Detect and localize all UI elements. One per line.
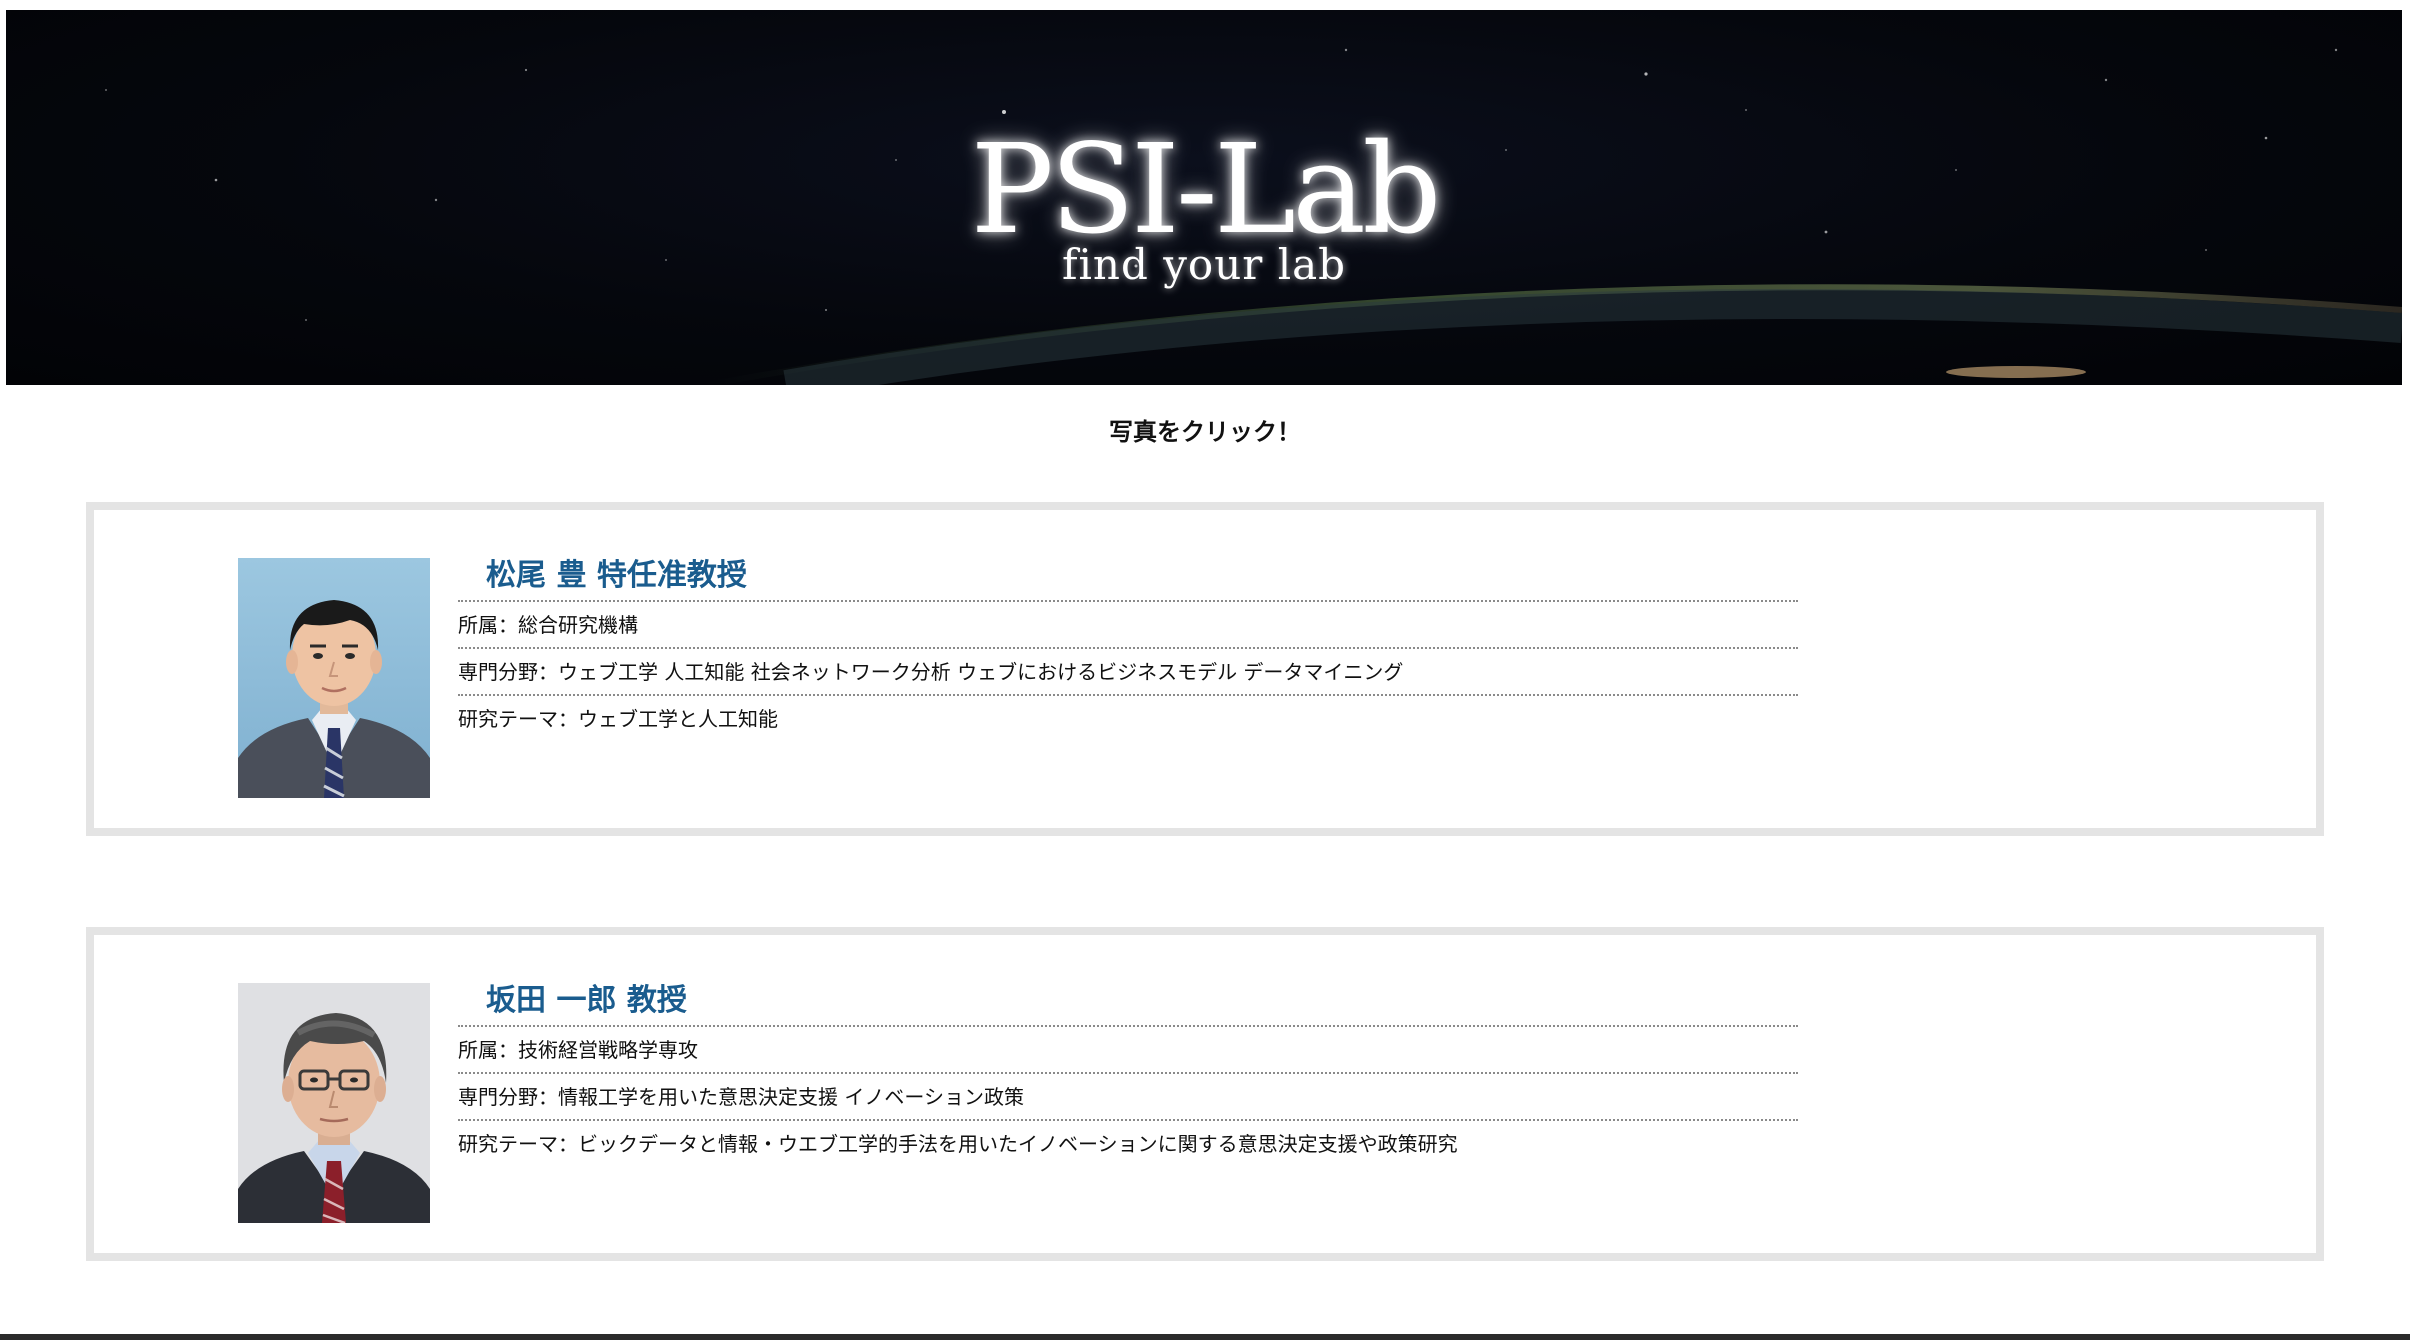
professor-card[interactable]: 松尾 豊 特任准教授 所属：総合研究機構 専門分野：ウェブ工学 人工知能 社会ネ…: [86, 502, 2324, 836]
professor-name[interactable]: 松尾 豊 特任准教授: [458, 556, 1798, 602]
specialty: 専門分野：情報工学を用いた意思決定支援 イノベーション政策: [458, 1074, 1798, 1121]
portrait-image: [238, 558, 430, 798]
research-theme: 研究テーマ：ウェブ工学と人工知能: [458, 707, 778, 731]
portrait-image: [238, 983, 430, 1223]
professor-card[interactable]: 坂田 一郎 教授 所属：技術経営戦略学専攻 専門分野：情報工学を用いた意思決定支…: [86, 927, 2324, 1261]
site-logo[interactable]: PSI-Lab: [6, 128, 2402, 252]
professor-info: 松尾 豊 特任准教授 所属：総合研究機構 専門分野：ウェブ工学 人工知能 社会ネ…: [458, 556, 1798, 741]
header-banner: PSI-Lab find your lab: [6, 10, 2402, 385]
professor-info: 坂田 一郎 教授 所属：技術経営戦略学専攻 専門分野：情報工学を用いた意思決定支…: [458, 981, 1798, 1166]
professor-name[interactable]: 坂田 一郎 教授: [458, 981, 1798, 1027]
click-hint: 写真をクリック！: [1109, 418, 1301, 446]
footer-bar: [0, 1334, 2410, 1340]
professor-photo[interactable]: [238, 983, 430, 1223]
site-tagline: find your lab: [1061, 240, 1347, 289]
affiliation: 所属：技術経営戦略学専攻: [458, 1027, 1798, 1074]
affiliation: 所属：総合研究機構: [458, 602, 1798, 649]
professor-photo[interactable]: [238, 558, 430, 798]
research-theme: 研究テーマ：ビックデータと情報・ウエブ工学的手法を用いたイノベーションに関する意…: [458, 1132, 1458, 1156]
specialty: 専門分野：ウェブ工学 人工知能 社会ネットワーク分析 ウェブにおけるビジネスモデ…: [458, 649, 1798, 696]
